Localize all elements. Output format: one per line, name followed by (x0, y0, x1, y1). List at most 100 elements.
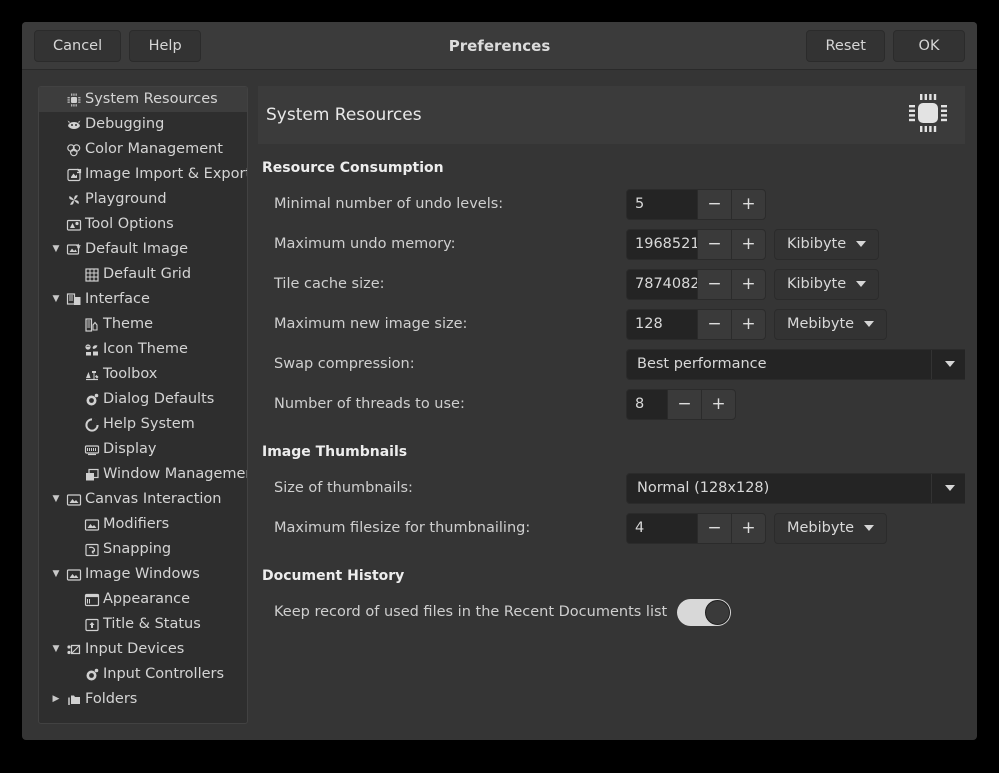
default-image-icon (65, 241, 83, 259)
tile-cache-decrement[interactable]: − (697, 270, 731, 299)
section-image-thumbnails: Image Thumbnails (262, 444, 961, 460)
sidebar-item-modifiers[interactable]: Modifiers (39, 512, 247, 537)
sidebar-item-label: Toolbox (103, 362, 157, 387)
thumbnail-filesize-increment[interactable]: + (731, 514, 765, 543)
tile-cache-increment[interactable]: + (731, 270, 765, 299)
sidebar-item-playground[interactable]: Playground (39, 187, 247, 212)
undo-memory-value[interactable]: 1968521 (627, 230, 697, 259)
expander-right-icon[interactable]: ▶ (47, 687, 65, 712)
undo-memory-increment[interactable]: + (731, 230, 765, 259)
sidebar-item-image-windows[interactable]: ▼Image Windows (39, 562, 247, 587)
thumbnail-size-dropdown[interactable]: Normal (128x128) (626, 473, 965, 504)
cancel-button[interactable]: Cancel (34, 30, 121, 62)
sidebar-item-help-system[interactable]: Help System (39, 412, 247, 437)
tile-cache-value[interactable]: 7874082 (627, 270, 697, 299)
row-undo-memory: Maximum undo memory: 1968521 − + Kibibyt… (262, 224, 961, 264)
sidebar-item-icon-theme[interactable]: Icon Theme (39, 337, 247, 362)
tile-cache-unit-dropdown[interactable]: Kibibyte (774, 269, 879, 300)
sidebar-item-window-management[interactable]: Window Management (39, 462, 247, 487)
sidebar-item-default-grid[interactable]: Default Grid (39, 262, 247, 287)
sidebar-item-folders[interactable]: ▶ Folders (39, 687, 247, 712)
undo-levels-increment[interactable]: + (731, 190, 765, 219)
chevron-down-icon (931, 474, 965, 503)
grid-icon (83, 266, 101, 284)
window-header-bar: Cancel Help Preferences Reset OK (22, 22, 977, 70)
sidebar-item-color-management[interactable]: Color Management (39, 137, 247, 162)
threads-increment[interactable]: + (701, 390, 735, 419)
sidebar-item-label: Title & Status (103, 612, 201, 637)
sidebar-item-label: Image Import & Export (85, 162, 248, 187)
undo-memory-label: Maximum undo memory: (262, 236, 626, 252)
expander-down-icon[interactable]: ▼ (47, 637, 65, 662)
sidebar-item-tool-options[interactable]: Tool Options (39, 212, 247, 237)
max-new-image-value[interactable]: 128 (627, 310, 697, 339)
expander-down-icon[interactable]: ▼ (47, 287, 65, 312)
sidebar-item-display[interactable]: Display (39, 437, 247, 462)
expander-down-icon[interactable]: ▼ (47, 237, 65, 262)
max-new-image-increment[interactable]: + (731, 310, 765, 339)
tile-cache-stepper[interactable]: 7874082 − + (626, 269, 766, 300)
undo-memory-unit-dropdown[interactable]: Kibibyte (774, 229, 879, 260)
thumbnail-filesize-value[interactable]: 4 (627, 514, 697, 543)
image-windows-icon (65, 566, 83, 584)
help-button[interactable]: Help (129, 30, 201, 62)
sidebar-item-label: Folders (85, 687, 137, 712)
sidebar-item-debugging[interactable]: Debugging (39, 112, 247, 137)
threads-stepper[interactable]: 8 − + (626, 389, 736, 420)
sidebar-item-default-image[interactable]: ▼Default Image (39, 237, 247, 262)
sidebar-item-interface[interactable]: ▼ Interface (39, 287, 247, 312)
sidebar-item-input-devices[interactable]: ▼Input Devices (39, 637, 247, 662)
sidebar-item-appearance[interactable]: Appearance (39, 587, 247, 612)
recent-documents-toggle[interactable] (677, 599, 731, 626)
page-title: System Resources (266, 105, 422, 125)
sidebar-item-label: Canvas Interaction (85, 487, 222, 512)
threads-decrement[interactable]: − (667, 390, 701, 419)
sidebar-item-theme[interactable]: Theme (39, 312, 247, 337)
swap-compression-dropdown[interactable]: Best performance (626, 349, 965, 380)
preferences-sidebar[interactable]: System ResourcesDebuggingColor Managemen… (38, 86, 248, 724)
sidebar-item-title-status[interactable]: Title & Status (39, 612, 247, 637)
dialog-defaults-icon (83, 391, 101, 409)
max-new-image-label: Maximum new image size: (262, 316, 626, 332)
pinwheel-icon (65, 191, 83, 209)
reset-button[interactable]: Reset (806, 30, 885, 62)
import-export-icon (65, 166, 83, 184)
expander-down-icon[interactable]: ▼ (47, 487, 65, 512)
display-icon (83, 441, 101, 459)
undo-levels-stepper[interactable]: 5 − + (626, 189, 766, 220)
sidebar-item-label: Default Grid (103, 262, 191, 287)
tool-options-icon (65, 216, 83, 234)
sidebar-item-label: Interface (85, 287, 150, 312)
sidebar-item-dialog-defaults[interactable]: Dialog Defaults (39, 387, 247, 412)
max-new-image-unit-value: Mebibyte (787, 316, 854, 332)
thumbnail-filesize-decrement[interactable]: − (697, 514, 731, 543)
max-new-image-decrement[interactable]: − (697, 310, 731, 339)
thumbnail-filesize-unit-dropdown[interactable]: Mebibyte (774, 513, 887, 544)
chip-icon (905, 90, 951, 140)
max-new-image-unit-dropdown[interactable]: Mebibyte (774, 309, 887, 340)
sidebar-item-canvas-interaction[interactable]: ▼ Canvas Interaction (39, 487, 247, 512)
row-undo-levels: Minimal number of undo levels: 5 − + (262, 184, 961, 224)
undo-memory-stepper[interactable]: 1968521 − + (626, 229, 766, 260)
sidebar-item-label: Color Management (85, 137, 223, 162)
undo-levels-decrement[interactable]: − (697, 190, 731, 219)
sidebar-item-image-import-export[interactable]: Image Import & Export (39, 162, 247, 187)
sidebar-item-toolbox[interactable]: Toolbox (39, 362, 247, 387)
expander-down-icon[interactable]: ▼ (47, 562, 65, 587)
sidebar-item-label: Theme (103, 312, 153, 337)
sidebar-item-system-resources[interactable]: System Resources (39, 87, 247, 112)
undo-levels-value[interactable]: 5 (627, 190, 697, 219)
page-header: System Resources (258, 86, 965, 144)
sidebar-item-snapping[interactable]: Snapping (39, 537, 247, 562)
sidebar-item-label: Dialog Defaults (103, 387, 214, 412)
chevron-down-icon (931, 350, 965, 379)
sidebar-item-label: Input Controllers (103, 662, 224, 687)
preferences-window: Cancel Help Preferences Reset OK System … (22, 22, 977, 740)
ok-button[interactable]: OK (893, 30, 965, 62)
folders-icon (65, 691, 83, 709)
thumbnail-filesize-stepper[interactable]: 4 − + (626, 513, 766, 544)
max-new-image-stepper[interactable]: 128 − + (626, 309, 766, 340)
undo-memory-decrement[interactable]: − (697, 230, 731, 259)
threads-value[interactable]: 8 (627, 390, 667, 419)
sidebar-item-input-controllers[interactable]: Input Controllers (39, 662, 247, 687)
